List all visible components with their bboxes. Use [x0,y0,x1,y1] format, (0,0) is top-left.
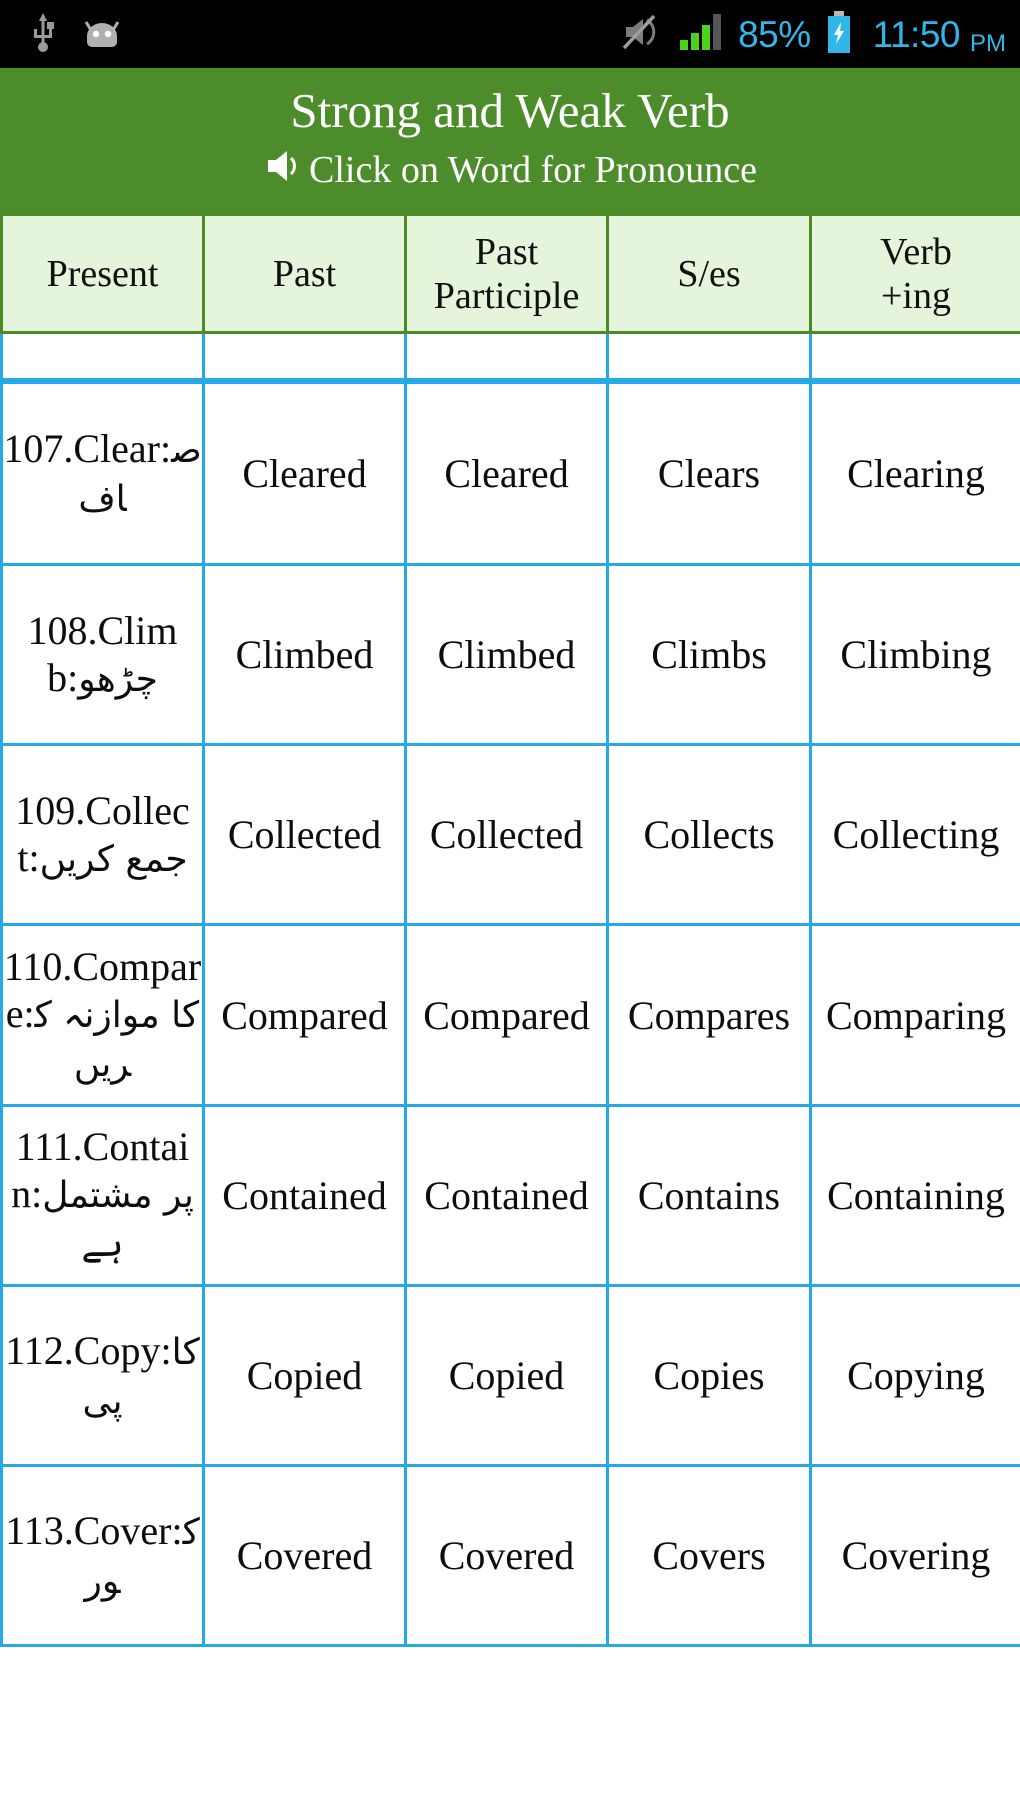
app-header: Strong and Weak Verb Click on Word for P… [0,68,1020,213]
urdu-meaning[interactable]: چڑھو [78,659,158,700]
cell-past-participle[interactable] [404,334,609,381]
table-row[interactable]: 111.Contain:پر مشتمل ہے Contained Contai… [0,1104,1020,1287]
cell-past-participle[interactable]: Compared [404,923,609,1107]
status-bar-right-icons: 85% 11:50 PM [620,10,1006,59]
cell-past[interactable]: Compared [202,923,407,1107]
usb-icon [30,12,56,57]
battery-charging-icon [825,10,853,59]
android-icon [82,16,122,53]
cell-past-participle[interactable]: Climbed [404,563,609,746]
table-row[interactable]: 110.Compare:کا موازنہ کریں Compared Comp… [0,923,1020,1107]
cell-past-participle[interactable]: Copied [404,1284,609,1467]
cell-past-participle[interactable]: Collected [404,743,609,926]
column-header-verb-ing[interactable]: Verb +ing [809,213,1020,334]
cell-verb-ing[interactable]: Collecting [809,743,1020,926]
cell-present[interactable]: 109.Collect:جمع کریں [0,743,205,926]
cell-verb-ing[interactable]: Copying [809,1284,1020,1467]
column-header-s-es[interactable]: S/es [606,213,812,334]
speaker-icon [263,146,307,191]
cell-present[interactable]: 112.Copy:کاپی [0,1284,205,1467]
urdu-meaning[interactable]: جمع کریں [40,839,188,880]
cell-past[interactable]: Contained [202,1104,407,1287]
clock-time: 11:50 [872,13,961,55]
cell-s-es[interactable]: Covers [606,1464,812,1647]
cell-s-es[interactable]: Climbs [606,563,812,746]
cell-present[interactable] [0,334,205,381]
cell-verb-ing[interactable]: Containing [809,1104,1020,1287]
volume-muted-icon [620,12,664,57]
clipped-previous-row [0,334,1020,381]
signal-bars-icon [678,12,724,57]
cell-past[interactable]: Climbed [202,563,407,746]
cell-verb-ing[interactable] [809,334,1020,381]
pronounce-hint: Click on Word for Pronounce [0,146,1020,193]
cell-past[interactable] [202,334,407,381]
cell-s-es[interactable]: Copies [606,1284,812,1467]
table-row[interactable]: 107.Clear:صاف Cleared Cleared Clears Cle… [0,381,1020,566]
column-header-past[interactable]: Past [202,213,407,334]
cell-verb-ing[interactable]: Comparing [809,923,1020,1107]
cell-verb-ing[interactable]: Covering [809,1464,1020,1647]
cell-past[interactable]: Collected [202,743,407,926]
cell-past-participle[interactable]: Contained [404,1104,609,1287]
pronounce-hint-label: Click on Word for Pronounce [309,148,757,191]
cell-verb-ing[interactable]: Climbing [809,563,1020,746]
cell-s-es[interactable]: Collects [606,743,812,926]
verb-table-header: Present Past Past Participle S/es Verb +in… [0,213,1020,334]
cell-s-es[interactable] [606,334,812,381]
cell-s-es[interactable]: Clears [606,381,812,566]
cell-present[interactable]: 108.Climb:چڑھو [0,563,205,746]
status-bar-left-icons [30,12,122,57]
urdu-meaning[interactable]: کا موازنہ کریں [35,995,200,1085]
cell-present[interactable]: 111.Contain:پر مشتمل ہے [0,1104,205,1287]
page-title: Strong and Weak Verb [290,83,730,138]
status-bar: 85% 11:50 PM [0,0,1020,68]
clock-ampm: PM [970,29,1006,57]
table-row[interactable]: 108.Climb:چڑھو Climbed Climbed Climbs Cl… [0,563,1020,746]
verb-table-body-viewport[interactable]: 107.Clear:صاف Cleared Cleared Clears Cle… [0,381,1020,1801]
table-row[interactable]: 113.Cover:کور Covered Covered Covers Cov… [0,1464,1020,1647]
cell-s-es[interactable]: Compares [606,923,812,1107]
table-row[interactable]: 112.Copy:کاپی Copied Copied Copies Copyi… [0,1284,1020,1467]
verb-table: 107.Clear:صاف Cleared Cleared Clears Cle… [0,381,1020,1647]
cell-present[interactable]: 110.Compare:کا موازنہ کریں [0,923,205,1107]
table-row[interactable] [0,334,1020,381]
cell-past[interactable]: Copied [202,1284,407,1467]
urdu-meaning[interactable]: پر مشتمل ہے [42,1175,194,1265]
cell-present[interactable]: 107.Clear:صاف [0,381,205,566]
cell-verb-ing[interactable]: Clearing [809,381,1020,566]
cell-present[interactable]: 113.Cover:کور [0,1464,205,1647]
table-row[interactable]: 109.Collect:جمع کریں Collected Collected… [0,743,1020,926]
cell-past-participle[interactable]: Cleared [404,381,609,566]
table-header-row: Present Past Past Participle S/es Verb +in… [0,213,1020,334]
battery-percent-label: 85% [738,13,811,55]
column-header-past-participle[interactable]: Past Participle [404,213,609,334]
cell-past-participle[interactable]: Covered [404,1464,609,1647]
column-header-present[interactable]: Present [0,213,205,334]
cell-past[interactable]: Cleared [202,381,407,566]
cell-past[interactable]: Covered [202,1464,407,1647]
cell-s-es[interactable]: Contains [606,1104,812,1287]
